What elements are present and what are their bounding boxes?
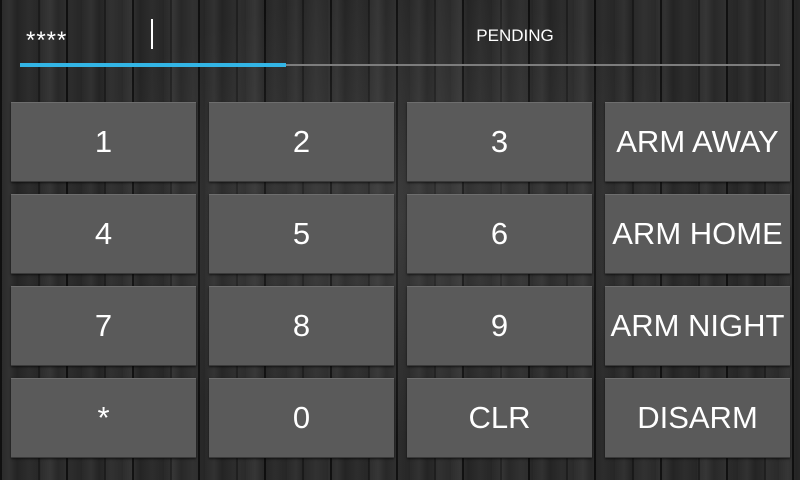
progress-bar (20, 63, 780, 67)
key-5[interactable]: 5 (209, 194, 394, 274)
key-2[interactable]: 2 (209, 102, 394, 182)
status-text: PENDING (476, 26, 554, 45)
arm-night-button[interactable]: ARM NIGHT (605, 286, 790, 366)
key-6[interactable]: 6 (407, 194, 592, 274)
key-star[interactable]: * (11, 378, 196, 458)
key-8[interactable]: 8 (209, 286, 394, 366)
arm-away-button[interactable]: ARM AWAY (605, 102, 790, 182)
key-9[interactable]: 9 (407, 286, 592, 366)
key-7[interactable]: 7 (11, 286, 196, 366)
key-3[interactable]: 3 (407, 102, 592, 182)
keypad: 1 2 3 ARM AWAY 4 5 6 ARM HOME 7 8 9 ARM … (11, 102, 790, 458)
key-1[interactable]: 1 (11, 102, 196, 182)
progress-bar-fill (20, 63, 286, 67)
key-0[interactable]: 0 (209, 378, 394, 458)
arm-home-button[interactable]: ARM HOME (605, 194, 790, 274)
key-4[interactable]: 4 (11, 194, 196, 274)
code-input[interactable]: **** (26, 26, 146, 56)
text-cursor (151, 19, 153, 49)
disarm-button[interactable]: DISARM (605, 378, 790, 458)
clear-button[interactable]: CLR (407, 378, 592, 458)
